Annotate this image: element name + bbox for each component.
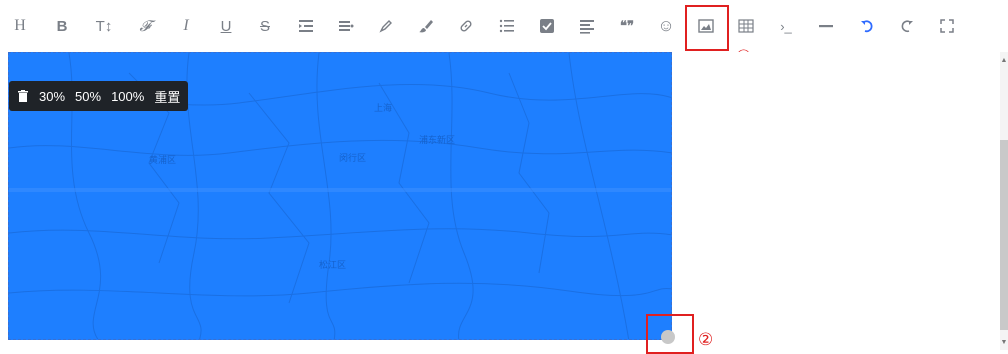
italic-button[interactable]: I: [172, 12, 200, 40]
image-button-highlight: [685, 5, 729, 51]
resize-handle-highlight: [646, 314, 694, 354]
emoji-button[interactable]: ☺: [652, 12, 680, 40]
bold-button[interactable]: B: [48, 12, 76, 40]
table-button[interactable]: [732, 12, 760, 40]
size-100-button[interactable]: 100%: [111, 89, 144, 104]
fullscreen-icon: [940, 19, 954, 33]
list-icon: [499, 19, 514, 33]
undo-button[interactable]: [853, 12, 881, 40]
map-label-huangpu: 黄浦区: [149, 154, 176, 166]
paragraph-icon: [580, 20, 594, 34]
text-size-button[interactable]: T↕: [90, 12, 118, 40]
checkbox-icon: [540, 19, 554, 33]
quote-icon: ❝❞: [620, 18, 634, 33]
redo-icon: [901, 20, 913, 33]
underline-label: U: [220, 17, 232, 35]
strike-button[interactable]: S: [251, 12, 279, 40]
undo-icon: [861, 20, 873, 33]
font-label: 𝓕: [139, 17, 151, 35]
brush-icon: [419, 20, 433, 33]
pen-icon: [379, 20, 392, 33]
annotation-two: ②: [698, 330, 714, 350]
pen-button[interactable]: [372, 12, 400, 40]
heading-button[interactable]: H: [6, 12, 34, 40]
redo-button[interactable]: [893, 12, 921, 40]
code-button[interactable]: ›_: [772, 12, 800, 40]
indent-icon: [299, 20, 313, 32]
quote-button[interactable]: ❝❞: [613, 12, 641, 40]
text-size-label: T↕: [95, 17, 113, 35]
editor-toolbar: H B T↕ 𝓕 I U S ❝❞ ☺ ›_: [0, 0, 1008, 52]
scroll-up-arrow-icon[interactable]: ▲: [1000, 56, 1008, 66]
indent-button[interactable]: [292, 12, 320, 40]
list-button[interactable]: [493, 12, 521, 40]
heading-label: H: [14, 17, 26, 34]
horizontal-rule-icon: [819, 25, 833, 28]
scrollbar-thumb[interactable]: [1000, 140, 1008, 330]
image-resize-toolbar: 30% 50% 100% 重置: [9, 81, 189, 111]
table-icon: [738, 19, 754, 33]
trash-icon[interactable]: [17, 89, 29, 103]
italic-label: I: [183, 17, 189, 34]
align-icon: [339, 21, 354, 31]
paragraph-button[interactable]: [573, 12, 601, 40]
map-label-songjiang: 松江区: [319, 259, 346, 271]
reset-button[interactable]: 重置: [154, 87, 180, 106]
bold-label: B: [56, 17, 68, 35]
emoji-icon: ☺: [657, 16, 675, 35]
hr-button[interactable]: [812, 12, 840, 40]
strike-label: S: [259, 17, 270, 35]
align-button[interactable]: [332, 12, 360, 40]
link-button[interactable]: [452, 12, 480, 40]
size-30-button[interactable]: 30%: [39, 89, 65, 104]
code-icon: ›_: [780, 18, 792, 34]
fullscreen-button[interactable]: [933, 12, 961, 40]
link-icon: [460, 20, 472, 32]
underline-button[interactable]: U: [212, 12, 240, 40]
checkbox-button[interactable]: [533, 12, 561, 40]
font-button[interactable]: 𝓕: [131, 12, 159, 40]
map-label-shanghai: 上海: [374, 102, 392, 114]
size-50-button[interactable]: 50%: [75, 89, 101, 104]
scroll-down-arrow-icon[interactable]: ▼: [1000, 338, 1008, 348]
map-label-pudong: 浦东新区: [419, 134, 455, 146]
brush-button[interactable]: [412, 12, 440, 40]
map-label-minhang: 闵行区: [339, 152, 366, 164]
